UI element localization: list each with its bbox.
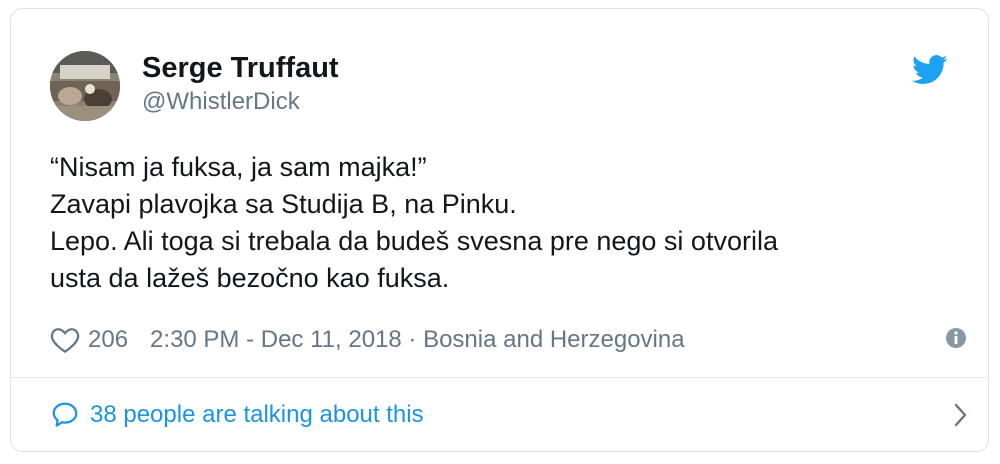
avatar[interactable]: [50, 51, 120, 121]
like-count[interactable]: 206: [88, 326, 128, 354]
tweet-timestamp[interactable]: 2:30 PM - Dec 11, 2018 · Bosnia and Herz…: [150, 326, 685, 354]
divider: [11, 377, 988, 378]
conversation-label[interactable]: 38 people are talking about this: [90, 401, 424, 429]
author-handle[interactable]: @WhistlerDick: [142, 87, 339, 117]
heart-icon[interactable]: [50, 326, 80, 354]
tweet-meta: 206 2:30 PM - Dec 11, 2018 · Bosnia and …: [50, 322, 966, 358]
conversation-link[interactable]: 38 people are talking about this: [50, 395, 967, 435]
chevron-right-icon[interactable]: [950, 401, 970, 429]
tweet-line: usta da lažeš bezočno kao fuksa.: [50, 263, 450, 293]
tweet-line: “Nisam ja fuksa, ja sam majka!”: [50, 152, 427, 182]
tweet-line: Zavapi plavojka sa Studija B, na Pinku.: [50, 189, 517, 219]
info-icon[interactable]: [944, 326, 968, 350]
tweet-card: Serge Truffaut @WhistlerDick “Nisam ja f…: [10, 8, 989, 452]
tweet-line: Lepo. Ali toga si trebala da budeš svesn…: [50, 226, 778, 256]
tweet-text: “Nisam ja fuksa, ja sam majka!” Zavapi p…: [50, 149, 950, 297]
twitter-bird-icon[interactable]: [912, 55, 948, 85]
speech-bubble-icon: [50, 400, 80, 430]
author-display-name[interactable]: Serge Truffaut: [142, 51, 339, 85]
tweet-header: Serge Truffaut @WhistlerDick: [50, 49, 950, 129]
author-block: Serge Truffaut @WhistlerDick: [142, 51, 339, 117]
